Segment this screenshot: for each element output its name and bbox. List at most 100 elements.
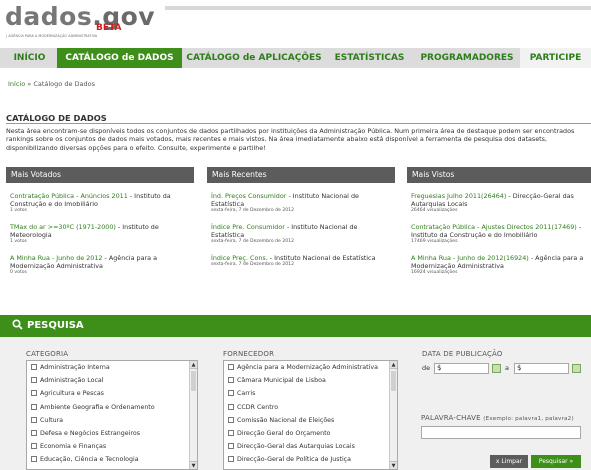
category-option-label: Defesa e Negócios Estrangeiros bbox=[40, 429, 140, 437]
category-option[interactable]: Defesa e Negócios Estrangeiros bbox=[27, 427, 197, 440]
nav-programadores[interactable]: PROGRAMADORES bbox=[418, 48, 516, 68]
breadcrumb: Início » Catálogo de Dados bbox=[8, 80, 95, 88]
nav-catalogo-dados[interactable]: CATÁLOGO de DADOS bbox=[57, 48, 182, 68]
category-list[interactable]: Administração Interna Administração Loca… bbox=[26, 360, 198, 470]
provider-option-label: Comissão Nacional de Eleições bbox=[237, 416, 335, 424]
keyword-input[interactable] bbox=[421, 426, 581, 439]
checkbox[interactable] bbox=[31, 443, 37, 450]
entry-link[interactable]: Contratação Pública - Anúncios 2011 bbox=[10, 192, 128, 200]
scroll-down-icon[interactable]: ▼ bbox=[390, 461, 397, 469]
checkbox[interactable] bbox=[31, 377, 37, 384]
provider-option-label: Agência para a Modernização Administrati… bbox=[237, 364, 378, 371]
date-to-label: a bbox=[505, 364, 509, 372]
checkbox[interactable] bbox=[31, 456, 37, 463]
category-option[interactable]: Administração Interna bbox=[27, 361, 197, 374]
list-item: A Minha Rua - Junho de 2012(16924) - Agê… bbox=[411, 254, 587, 285]
entry-link[interactable]: Freguesias Julho 2011(26464) bbox=[411, 192, 506, 200]
provider-option-label: CCDR Centro bbox=[237, 403, 279, 411]
entry-link[interactable]: A Minha Rua - Junho de 2012(16924) bbox=[411, 254, 529, 262]
category-option[interactable]: Educação, Ciência e Tecnologia bbox=[27, 453, 197, 466]
keyword-label-text: PALAVRA-CHAVE bbox=[421, 414, 481, 422]
provider-option[interactable]: Agência para a Modernização Administrati… bbox=[224, 361, 397, 374]
logo[interactable]: dados.gov BETA | AGÊNCIA PARA A MODERNIZ… bbox=[5, 2, 155, 38]
entry-meta: 17469 visualizações bbox=[411, 239, 458, 244]
search-button[interactable]: Pesquisar » bbox=[531, 455, 581, 468]
column-most-voted: Mais Votados Contratação Pública - Anúnc… bbox=[6, 167, 194, 285]
category-label: CATEGORIA bbox=[26, 350, 69, 358]
category-option[interactable]: Agricultura e Pescas bbox=[27, 387, 197, 400]
logo-text: dados.gov bbox=[5, 2, 155, 32]
provider-label: FORNECEDOR bbox=[223, 350, 275, 358]
date-to-field[interactable]: $ bbox=[514, 363, 569, 374]
logo-left: dados bbox=[5, 2, 93, 31]
breadcrumb-home[interactable]: Início bbox=[8, 80, 25, 88]
entry-link[interactable]: Índice Pre. Consumidor bbox=[211, 223, 285, 231]
nav-participe[interactable]: PARTICIPE bbox=[520, 48, 591, 68]
list-item: Índice Pre. Consumidor - Instituto Nacio… bbox=[211, 223, 391, 254]
checkbox[interactable] bbox=[31, 403, 37, 410]
scroll-down-icon[interactable]: ▼ bbox=[190, 461, 197, 469]
provider-option[interactable]: Câmara Municipal de Lisboa bbox=[224, 374, 397, 387]
provider-option[interactable]: Carris bbox=[224, 387, 397, 400]
scroll-thumb[interactable] bbox=[191, 371, 196, 391]
category-option[interactable]: Administração Local bbox=[27, 374, 197, 387]
provider-option[interactable]: CCDR Centro bbox=[224, 401, 397, 414]
entry-meta: sexta-feira, 7 de Dezembro de 2012 bbox=[211, 262, 295, 267]
category-scrollbar[interactable]: ▲ ▼ bbox=[189, 361, 197, 469]
nav-estatisticas[interactable]: ESTATÍSTICAS bbox=[333, 48, 406, 68]
nav-catalogo-aplicacoes[interactable]: CATÁLOGO de APLICAÇÕES bbox=[186, 48, 322, 68]
entry-link[interactable]: TMax do ar >=30ºC (1971-2000) bbox=[10, 223, 116, 231]
provider-option[interactable]: Direcção-Geral das Autarquias Locais bbox=[224, 440, 397, 453]
entry-link[interactable]: Índice Preç. Cons. bbox=[211, 254, 268, 262]
provider-option[interactable]: Direcção-Geral de Política de Justiça bbox=[224, 453, 397, 466]
category-option[interactable]: Ambiente Geografia e Ordenamento bbox=[27, 401, 197, 414]
category-option-label: Educação, Ciência e Tecnologia bbox=[40, 456, 139, 464]
provider-option[interactable]: Direcção Geral do Orçamento bbox=[224, 427, 397, 440]
date-from-field[interactable]: $ bbox=[434, 363, 489, 374]
entry-link[interactable]: Contratação Pública - Ajustes Directos 2… bbox=[411, 223, 577, 231]
checkbox[interactable] bbox=[228, 377, 234, 384]
category-option-label: Administração Interna bbox=[40, 364, 110, 371]
checkbox[interactable] bbox=[228, 416, 234, 423]
title-divider bbox=[6, 123, 591, 124]
list-item: Índice Preç. Cons. - Instituto Nacional … bbox=[211, 254, 391, 285]
provider-option-label: Direcção-Geral das Autarquias Locais bbox=[237, 443, 355, 451]
column-title: Mais Recentes bbox=[207, 167, 395, 183]
provider-scrollbar[interactable]: ▲ ▼ bbox=[389, 361, 397, 469]
scroll-up-icon[interactable]: ▲ bbox=[190, 361, 197, 369]
checkbox[interactable] bbox=[228, 456, 234, 463]
site-header: dados.gov BETA | AGÊNCIA PARA A MODERNIZ… bbox=[0, 0, 591, 48]
provider-list[interactable]: Agência para a Modernização Administrati… bbox=[223, 360, 398, 470]
entry-meta: 1 votos bbox=[10, 208, 27, 213]
provider-option[interactable]: Comissão Nacional de Eleições bbox=[224, 414, 397, 427]
checkbox[interactable] bbox=[228, 390, 234, 397]
scroll-thumb[interactable] bbox=[391, 371, 396, 391]
provider-option-label: Carris bbox=[237, 390, 256, 398]
list-item: Contratação Pública - Ajustes Directos 2… bbox=[411, 223, 587, 254]
search-icon bbox=[12, 319, 23, 330]
clear-button[interactable]: x Limpar bbox=[490, 455, 528, 468]
header-strip bbox=[165, 6, 591, 10]
entry-link[interactable]: Índ. Preços Consumidor bbox=[211, 192, 286, 200]
column-most-viewed: Mais Vistos Freguesias Julho 2011(26464)… bbox=[407, 167, 591, 285]
checkbox[interactable] bbox=[228, 403, 234, 410]
entry-link[interactable]: A Minha Rua - Junho de 2012 bbox=[10, 254, 103, 262]
checkbox[interactable] bbox=[31, 390, 37, 397]
checkbox[interactable] bbox=[228, 364, 234, 370]
keyword-label: PALAVRA-CHAVE (Exemplo: palavra1, palavr… bbox=[421, 414, 574, 422]
calendar-icon[interactable] bbox=[492, 364, 501, 373]
entry-source: - Instituto Nacional de Estatística bbox=[267, 254, 376, 262]
category-option[interactable]: Economia e Finanças bbox=[27, 440, 197, 453]
calendar-icon[interactable] bbox=[572, 364, 581, 373]
checkbox[interactable] bbox=[31, 429, 37, 436]
provider-option-label: Direcção-Geral de Política de Justiça bbox=[237, 456, 352, 464]
scroll-up-icon[interactable]: ▲ bbox=[390, 361, 397, 369]
nav-inicio[interactable]: INÍCIO bbox=[10, 48, 49, 68]
checkbox[interactable] bbox=[31, 364, 37, 370]
checkbox[interactable] bbox=[31, 416, 37, 423]
list-item: A Minha Rua - Junho de 2012 - Agência pa… bbox=[10, 254, 190, 285]
checkbox[interactable] bbox=[228, 443, 234, 450]
date-from-label: de bbox=[422, 364, 431, 372]
category-option[interactable]: Cultura bbox=[27, 414, 197, 427]
checkbox[interactable] bbox=[228, 429, 234, 436]
